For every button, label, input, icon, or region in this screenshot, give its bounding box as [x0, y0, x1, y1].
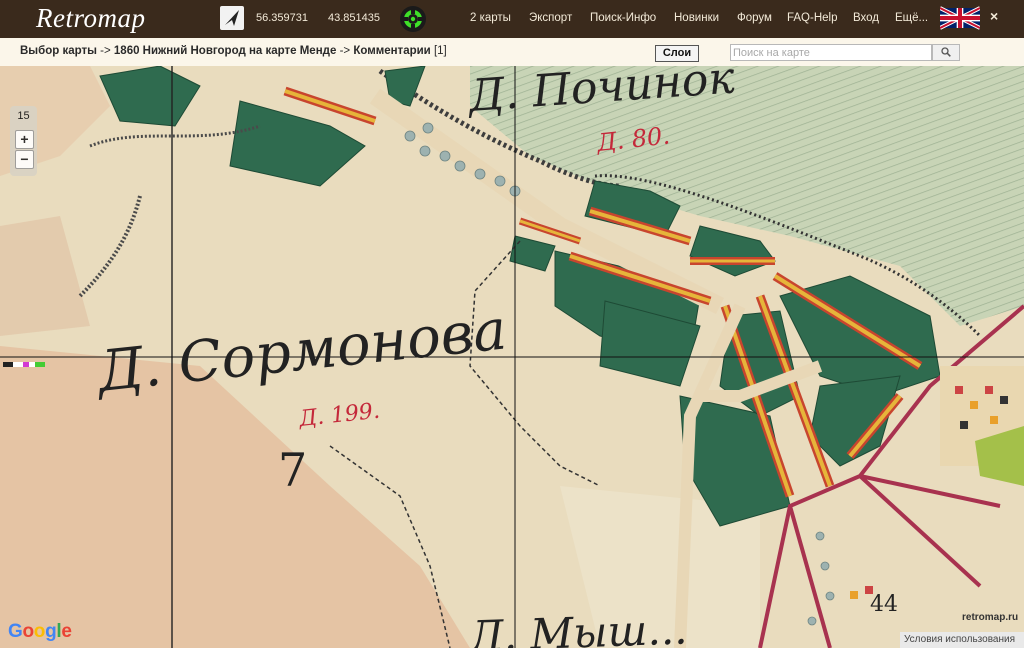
zoom-level: 15 [17, 110, 30, 122]
zoom-in-button[interactable]: + [15, 130, 34, 149]
breadcrumb-map-title[interactable]: 1860 Нижний Новгород на карте Менде [114, 45, 336, 57]
zoom-control: 15 + − [10, 106, 37, 176]
scale-bar [3, 354, 45, 367]
nav-login[interactable]: Вход [853, 12, 879, 24]
breadcrumb-comments[interactable]: Комментарии [353, 45, 430, 57]
map-search-input[interactable] [730, 44, 932, 61]
map-label-number-7: 7 [278, 443, 307, 497]
top-bar: Retromap 56.359731 43.851435 2 карты Экс… [0, 0, 1024, 38]
nav-more[interactable]: Ещё... [895, 12, 928, 24]
retromap-logo[interactable]: Retromap [36, 3, 145, 34]
breadcrumb: Выбор карты -> 1860 Нижний Новгород на к… [20, 45, 447, 57]
layers-button[interactable]: Слои [655, 45, 699, 62]
breadcrumb-separator: -> [339, 45, 351, 57]
nav-forum[interactable]: Форум [737, 12, 772, 24]
nav-two-maps[interactable]: 2 карты [470, 12, 511, 24]
longitude-readout: 43.851435 [328, 12, 380, 24]
uk-flag-icon[interactable] [939, 5, 981, 31]
breadcrumb-separator: -> [100, 45, 111, 57]
breadcrumb-bar: Выбор карты -> 1860 Нижний Новгород на к… [0, 38, 1024, 67]
breadcrumb-map-select[interactable]: Выбор карты [20, 45, 97, 57]
search-icon [941, 47, 951, 57]
close-button[interactable]: × [990, 8, 998, 24]
map-label-village-bottom: Д. Мыш... [467, 604, 688, 648]
terms-of-use-link[interactable]: Условия использования [900, 632, 1024, 648]
zoom-out-button[interactable]: − [15, 150, 34, 169]
map-canvas[interactable]: Д. Сормонова Д. Починок Д. Мыш... Д. 80.… [0, 66, 1024, 648]
nav-export[interactable]: Экспорт [529, 12, 572, 24]
comments-count[interactable]: [1] [434, 45, 447, 57]
historical-map: Д. Сормонова Д. Починок Д. Мыш... Д. 80.… [0, 66, 1024, 648]
north-arrow-icon[interactable] [220, 6, 244, 30]
site-watermark: retromap.ru [962, 612, 1019, 623]
nav-faq-help[interactable]: FAQ-Help [787, 12, 838, 24]
nav-news[interactable]: Новинки [674, 12, 719, 24]
search-button[interactable] [932, 44, 960, 61]
google-logo: Google [8, 621, 72, 642]
latitude-readout: 56.359731 [256, 12, 308, 24]
nav-search-info[interactable]: Поиск-Инфо [590, 12, 656, 24]
gps-locate-icon[interactable] [400, 6, 426, 32]
map-label-number-44: 44 [870, 592, 898, 617]
